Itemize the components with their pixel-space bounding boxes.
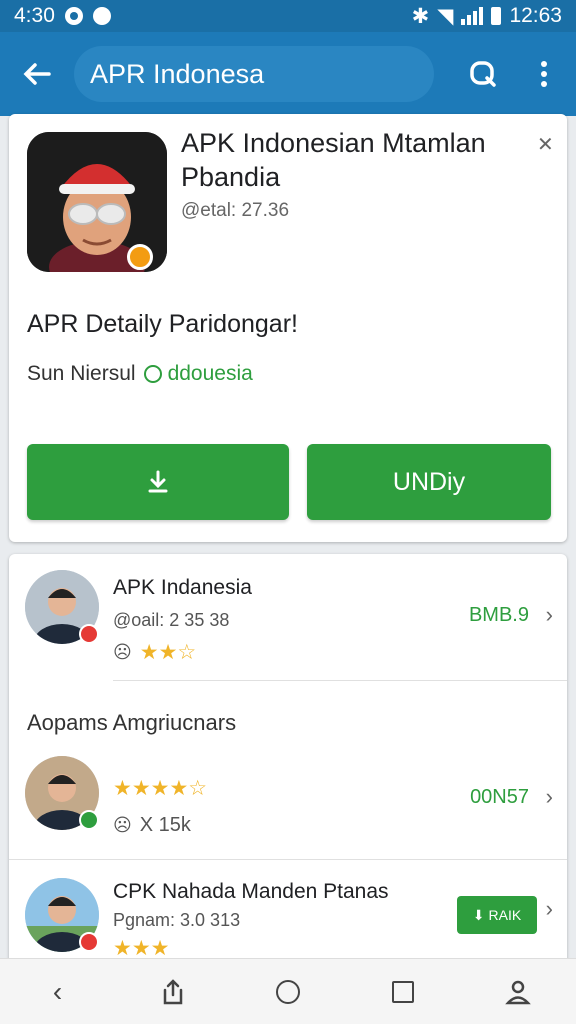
badge-icon [79, 624, 99, 644]
chat-bubble-icon [143, 365, 162, 383]
list-item-title: APK Indanesia [113, 576, 252, 599]
badge-icon [79, 810, 99, 830]
section-label: Aopams Amgriucnars [27, 710, 237, 735]
publisher-prefix: Sun Niersul [27, 362, 136, 385]
battery-icon [491, 7, 502, 25]
related-apps-list: APK Indanesia @oail: 2 35 38 ☹ ★★☆ BMB.9 … [9, 554, 567, 974]
app-bar: APR Indonesa [0, 32, 576, 116]
recents-icon[interactable] [373, 962, 433, 1022]
face-icon: ☹ [113, 642, 132, 662]
close-icon[interactable]: ✕ [537, 132, 554, 157]
search-text: APR Indonesa [90, 58, 265, 89]
status-clock: 12:63 [509, 4, 562, 27]
divider [113, 680, 567, 681]
app-badge-icon [127, 244, 153, 270]
chevron-right-icon[interactable]: › [546, 896, 553, 922]
bluetooth-icon: ✱ [411, 4, 430, 28]
rating-stars: ★★★★☆ [113, 776, 207, 801]
app-title: APK Indonesian Mtamlan Pbandia [181, 128, 486, 192]
list-item[interactable]: ★★★★☆ ☹ X 15k 00N57 › [9, 754, 567, 854]
app-meta: @etal: 27.36 [181, 200, 290, 221]
stars-icon: ★★★★☆ [113, 777, 208, 800]
notification-icon [64, 7, 83, 25]
back-arrow-icon[interactable] [0, 32, 74, 116]
status-time: 4:30 [14, 4, 55, 27]
list-item-value: 00N57 [470, 786, 529, 808]
details-heading: APR Detaily Paridongar! [27, 310, 298, 338]
share-icon[interactable] [143, 962, 203, 1022]
stars-icon: ★★☆ [139, 641, 197, 664]
list-item[interactable]: APK Indanesia @oail: 2 35 38 ☹ ★★☆ BMB.9 … [9, 570, 567, 680]
publisher-link[interactable]: ddouesia [143, 362, 253, 386]
home-icon[interactable] [258, 962, 318, 1022]
download-arrow-icon [148, 470, 168, 493]
list-item[interactable]: CPK Nahada Manden Ptanas Pgnam: 3.0 313 … [9, 876, 567, 966]
face-icon: ☹ [113, 815, 132, 835]
list-item-meta: @oail: 2 35 38 [113, 610, 230, 630]
chevron-right-icon[interactable]: › [546, 602, 553, 628]
rating-stars: ☹ ★★☆ [113, 640, 196, 665]
badge-icon [79, 932, 99, 952]
list-item-title: CPK Nahada Manden Ptanas [113, 880, 389, 903]
list-item-meta: Pgnam: 3.0 313 [113, 910, 241, 930]
nav-back-icon[interactable]: ‹ [28, 962, 88, 1022]
status-bar: 4:30 ✱ ◥ 12:63 [0, 0, 576, 32]
app-detail-card: APK Indonesian Mtamlan Pbandia ✕ @etal: … [9, 114, 567, 542]
install-button[interactable] [27, 444, 289, 520]
chevron-right-icon[interactable]: › [546, 784, 553, 810]
profile-icon[interactable] [488, 962, 548, 1022]
search-field[interactable]: APR Indonesa [74, 46, 434, 102]
list-item-value: BMB.9 [468, 604, 529, 626]
navigation-bar: ‹ [0, 958, 576, 1024]
divider [9, 859, 567, 860]
signal-icon [461, 7, 484, 25]
publisher-link-text: ddouesia [167, 362, 253, 385]
download-icon: ⬇ [472, 906, 485, 923]
publisher-line: Sun Niersul ddouesia [27, 362, 253, 386]
open-button[interactable]: UNDiy [307, 444, 551, 520]
search-icon[interactable] [458, 32, 508, 116]
install-button[interactable]: ⬇ RAIK [457, 896, 537, 934]
notification-icon [92, 7, 111, 25]
overflow-menu-icon[interactable] [522, 32, 566, 116]
wifi-icon: ◥ [437, 4, 454, 28]
download-count: ☹ X 15k [113, 814, 191, 836]
